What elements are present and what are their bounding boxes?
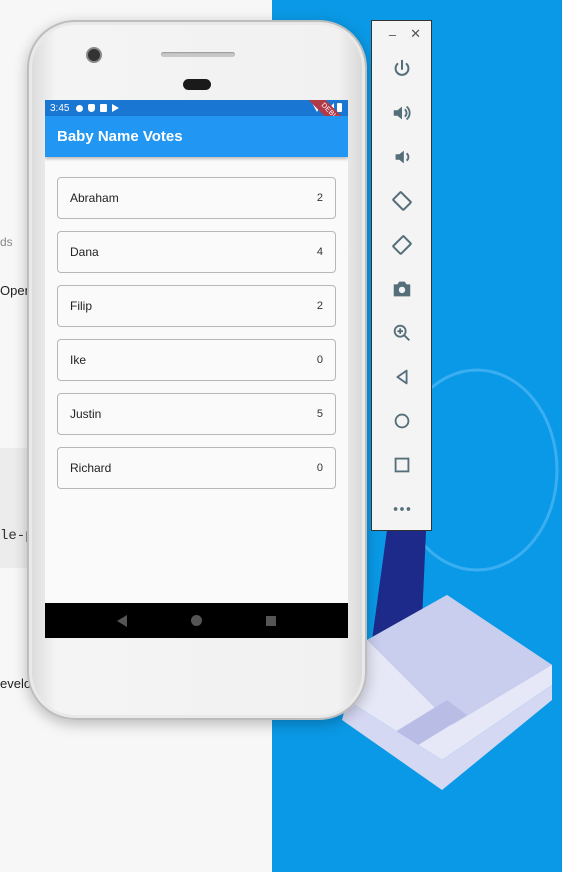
rotate-right-button[interactable] (372, 223, 431, 267)
more-button[interactable] (372, 487, 431, 531)
play-store-status-icon (112, 104, 120, 112)
vote-count: 2 (316, 300, 323, 312)
vote-count: 0 (316, 354, 323, 366)
close-button[interactable]: ✕ (410, 26, 421, 42)
rotate-left-button[interactable] (372, 179, 431, 223)
nav-back-icon[interactable] (117, 614, 127, 627)
baby-name: Ike (70, 353, 87, 367)
list-item[interactable]: Dana 4 (57, 231, 336, 273)
camera-icon (393, 281, 410, 297)
emulator-toolbar: – ✕ (371, 20, 432, 531)
volume-down-button[interactable] (372, 135, 431, 179)
rotate-right-icon (391, 235, 412, 255)
baby-name: Abraham (70, 191, 119, 205)
overview-icon (394, 457, 409, 473)
nav-overview-icon[interactable] (266, 615, 276, 626)
android-nav-bar (45, 603, 348, 638)
list-item[interactable]: Filip 2 (57, 285, 336, 327)
list-item[interactable]: Ike 0 (57, 339, 336, 381)
name-list: Abraham 2 Dana 4 Filip 2 Ike 0 Justin 5 Richa… (45, 157, 348, 489)
back-button[interactable] (372, 355, 431, 399)
vote-count: 4 (316, 246, 323, 258)
vote-count: 2 (316, 192, 323, 204)
sd-card-status-icon (100, 104, 108, 112)
app-title: Baby Name Votes (57, 128, 183, 145)
power-icon (394, 59, 409, 76)
battery-icon (337, 103, 342, 112)
screenshot-button[interactable] (372, 267, 431, 311)
home-icon (394, 413, 409, 429)
baby-name: Richard (70, 461, 112, 475)
shield-status-icon (88, 104, 96, 112)
overview-button[interactable] (372, 443, 431, 487)
emulator-phone-frame: 3:45 DEBUG Baby Name Votes Abraham 2 Dana… (27, 20, 367, 720)
settings-status-icon (76, 104, 84, 112)
vote-count: 5 (316, 408, 323, 420)
home-button[interactable] (372, 399, 431, 443)
phone-speaker (161, 52, 235, 57)
minimize-button[interactable]: – (389, 27, 396, 42)
zoom-icon (393, 324, 410, 341)
background-text-fragment: ds (0, 235, 13, 249)
rotate-left-icon (391, 191, 412, 211)
list-item[interactable]: Richard 0 (57, 447, 336, 489)
phone-earpiece (183, 79, 211, 90)
status-bar: 3:45 DEBUG (45, 100, 348, 143)
more-icon (393, 507, 410, 511)
vote-count: 0 (316, 462, 323, 474)
baby-name: Justin (70, 407, 102, 421)
baby-name: Dana (70, 245, 99, 259)
list-item[interactable]: Justin 5 (57, 393, 336, 435)
nav-home-icon[interactable] (191, 615, 202, 626)
app-bar: Baby Name Votes (45, 116, 348, 157)
zoom-button[interactable] (372, 311, 431, 355)
back-icon (396, 369, 407, 385)
phone-screen: 3:45 DEBUG Baby Name Votes Abraham 2 Dana… (45, 100, 348, 638)
status-time: 3:45 (50, 102, 70, 114)
volume-up-icon (393, 105, 410, 121)
front-camera (86, 47, 102, 63)
volume-up-button[interactable] (372, 91, 431, 135)
volume-down-icon (395, 150, 409, 164)
baby-name: Filip (70, 299, 93, 313)
power-button[interactable] (372, 47, 431, 91)
list-item[interactable]: Abraham 2 (57, 177, 336, 219)
